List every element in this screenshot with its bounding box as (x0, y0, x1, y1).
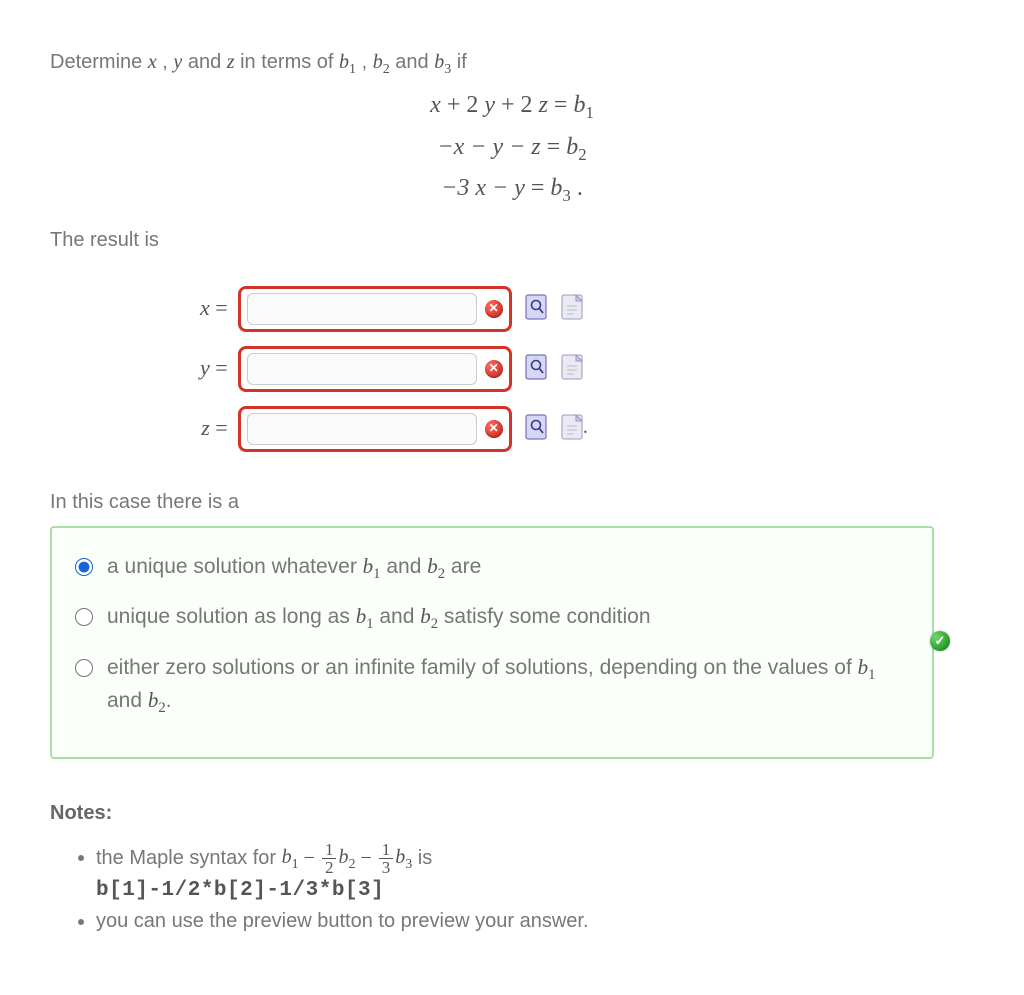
txt: if (451, 51, 467, 73)
eq: = (548, 92, 574, 118)
answer-label-y: y = (200, 346, 238, 392)
equation-3: −3 x − y = b3 . (50, 172, 974, 207)
sub: 2 (383, 62, 390, 77)
solution-type-radios: a unique solution whatever b1 and b2 are… (50, 526, 934, 759)
answer-label-x: x = (200, 286, 238, 332)
b: b (373, 51, 383, 73)
sub: 1 (349, 62, 356, 77)
b: b (339, 51, 349, 73)
preview-button[interactable] (525, 354, 547, 380)
rhs-b: b (573, 92, 585, 118)
case-label: In this case there is a (50, 488, 974, 516)
radio-option-2[interactable]: unique solution as long as b1 and b2 sat… (70, 602, 914, 635)
rhs-sub: 1 (585, 103, 593, 122)
radio-label-2: unique solution as long as b1 and b2 sat… (107, 602, 914, 635)
notes-heading: Notes: (50, 799, 974, 827)
tail: . (571, 175, 583, 201)
var-z: z (227, 51, 235, 73)
result-label: The result is (50, 226, 974, 254)
answer-label-z: z = (200, 406, 238, 452)
var-b2: b2 (373, 51, 390, 73)
period: . (583, 416, 588, 438)
preview-button[interactable] (525, 414, 547, 440)
question-prompt: Determine x , y and z in terms of b1 , b… (50, 48, 974, 79)
radio-label-1: a unique solution whatever b1 and b2 are (107, 552, 914, 585)
answer-grid: x = ✕ y = ✕ (200, 272, 588, 466)
lhs: −x − y − z (437, 134, 540, 160)
var-b3: b3 (434, 51, 451, 73)
var-y: y (173, 51, 182, 73)
maple-code: b[1]-1/2*b[2]-1/3*b[3] (96, 876, 974, 905)
radio-input-3[interactable] (75, 659, 93, 677)
help-button[interactable] (561, 414, 583, 440)
radio-input-2[interactable] (75, 608, 93, 626)
radio-option-3[interactable]: either zero solutions or an infinite fam… (70, 653, 914, 718)
eq: = (541, 134, 567, 160)
radio-option-1[interactable]: a unique solution whatever b1 and b2 are (70, 552, 914, 585)
txt: Determine (50, 51, 148, 73)
equation-block: x + 2 y + 2 z = b1 −x − y − z = b2 −3 x … (50, 89, 974, 207)
txt: and (182, 51, 226, 73)
wrong-icon: ✕ (485, 300, 503, 318)
rhs-b: b (566, 134, 578, 160)
eq: = (525, 175, 551, 201)
wrong-icon: ✕ (485, 420, 503, 438)
b: b (434, 51, 444, 73)
radio-input-1[interactable] (75, 558, 93, 576)
answer-row-y: y = ✕ (200, 346, 588, 392)
equation-2: −x − y − z = b2 (50, 131, 974, 166)
txt: and (390, 51, 434, 73)
answer-row-x: x = ✕ (200, 286, 588, 332)
help-button[interactable] (561, 354, 583, 380)
rhs-sub: 2 (578, 145, 586, 164)
note-preview: you can use the preview button to previe… (96, 907, 974, 935)
answer-row-z: z = ✕ . (200, 406, 588, 452)
equation-1: x + 2 y + 2 z = b1 (50, 89, 974, 124)
answer-input-wrap-z: ✕ (238, 406, 512, 452)
notes-list: the Maple syntax for b1 − 12b2 − 13b3 is… (96, 841, 974, 935)
txt: , (356, 51, 373, 73)
preview-button[interactable] (525, 294, 547, 320)
txt: in terms of (235, 51, 339, 73)
note-maple-syntax: the Maple syntax for b1 − 12b2 − 13b3 is… (96, 841, 974, 905)
var-b1: b1 (339, 51, 356, 73)
lhs: −3 x − y (441, 175, 525, 201)
answer-input-x[interactable] (247, 293, 477, 325)
radio-label-3: either zero solutions or an infinite fam… (107, 653, 914, 718)
txt: , (157, 51, 174, 73)
correct-icon: ✓ (930, 631, 950, 651)
rhs-sub: 3 (562, 186, 570, 205)
wrong-icon: ✕ (485, 360, 503, 378)
var-x: x (148, 51, 157, 73)
answer-input-wrap-y: ✕ (238, 346, 512, 392)
answer-input-z[interactable] (247, 413, 477, 445)
rhs-b: b (550, 175, 562, 201)
help-button[interactable] (561, 294, 583, 320)
answer-input-wrap-x: ✕ (238, 286, 512, 332)
answer-input-y[interactable] (247, 353, 477, 385)
